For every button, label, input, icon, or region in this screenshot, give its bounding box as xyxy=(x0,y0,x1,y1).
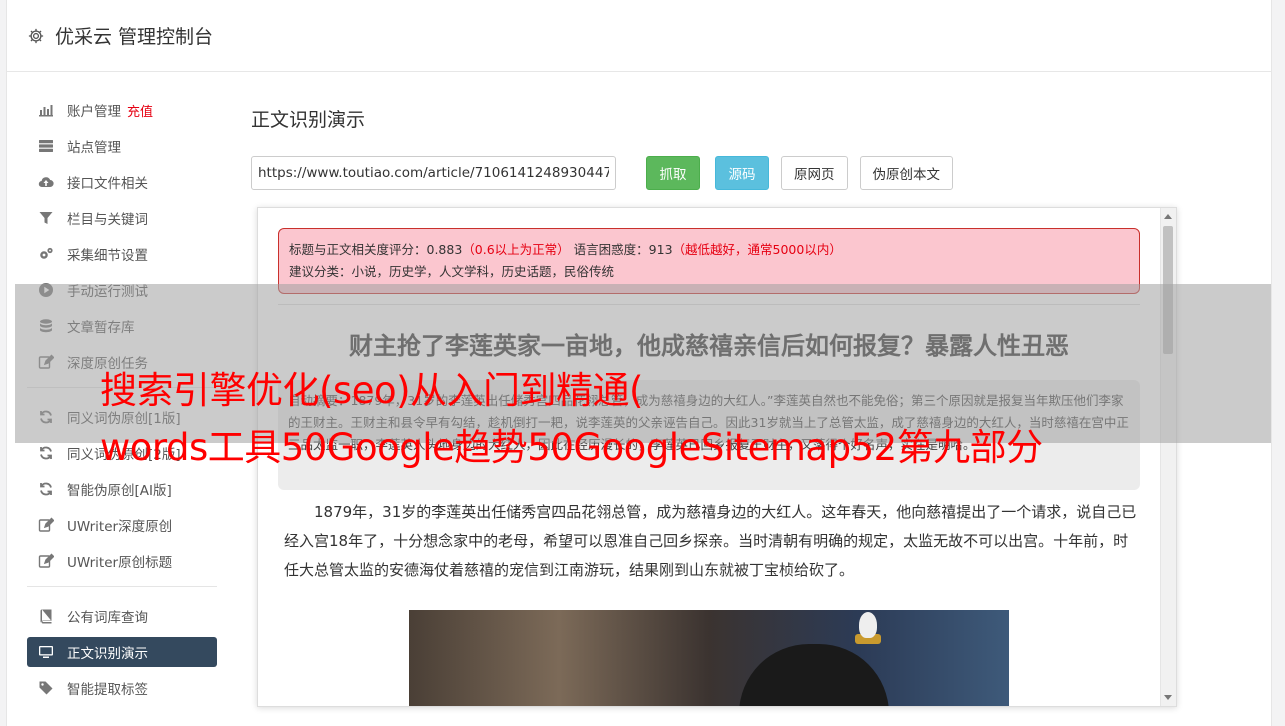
seo-overlay-line: words工具50Google趋势50GoogleSitemap52第九部分 xyxy=(100,426,1043,469)
sidebar-item-label: 站点管理 xyxy=(67,140,121,156)
sidebar-item-label: 智能伪原创[AI版] xyxy=(67,483,172,499)
recharge-link[interactable]: 充值 xyxy=(127,101,153,120)
bar-chart-icon xyxy=(37,101,55,119)
sidebar-item-label: UWriter深度原创 xyxy=(67,519,173,535)
url-input[interactable] xyxy=(251,156,616,190)
edit-icon xyxy=(37,552,55,570)
top-bar: 优采云 管理控制台 xyxy=(7,0,1271,72)
edit-icon xyxy=(37,516,55,534)
sidebar-item-interface-files[interactable]: 接口文件相关 xyxy=(27,167,217,197)
official-hat-shape xyxy=(739,644,889,706)
cogs-icon xyxy=(37,245,55,263)
perplexity-hint: （越低越好，通常5000以内） xyxy=(672,242,842,257)
main-content: 正文识别演示 抓取 源码 原网页 伪原创本文 标题与正文相关度评分：0.883（… xyxy=(251,95,1251,707)
sidebar-item-uwriter-deep[interactable]: UWriter深度原创 xyxy=(27,510,217,540)
sidebar-item-public-lexicon[interactable]: 公有词库查询 xyxy=(27,601,217,631)
sidebar-item-uwriter-title[interactable]: UWriter原创标题 xyxy=(27,546,217,576)
book-icon xyxy=(37,607,55,625)
refresh-icon xyxy=(37,408,55,426)
scroll-down-icon[interactable] xyxy=(1164,695,1172,700)
refresh-icon xyxy=(37,480,55,498)
sidebar-item-label: 接口文件相关 xyxy=(67,176,148,192)
sidebar-item-account[interactable]: 账户管理 充值 xyxy=(27,95,217,125)
sidebar-divider xyxy=(27,586,217,587)
sidebar-item-article-storage[interactable]: 文章暂存库 xyxy=(27,311,217,341)
page-title: 正文识别演示 xyxy=(251,109,366,131)
play-circle-icon xyxy=(37,281,55,299)
sidebar-item-sites[interactable]: 站点管理 xyxy=(27,131,217,161)
relevance-score: 标题与正文相关度评分：0.883 xyxy=(289,242,463,257)
scroll-up-icon[interactable] xyxy=(1164,214,1172,219)
database-icon xyxy=(37,317,55,335)
sidebar-item-manual-run[interactable]: 手动运行测试 xyxy=(27,275,217,305)
sidebar-item-label: 公有词库查询 xyxy=(67,610,148,626)
sidebar-item-smart-tags[interactable]: 智能提取标签 xyxy=(27,673,217,703)
gear-icon xyxy=(28,28,44,43)
sidebar-item-text-recognition[interactable]: 正文识别演示 xyxy=(27,637,217,667)
suggested-categories: 建议分类：小说，历史学，人文学科，历史话题，民俗传统 xyxy=(289,264,615,279)
sidebar-item-ai-rewrite[interactable]: 智能伪原创[AI版] xyxy=(27,474,217,504)
refresh-icon xyxy=(37,444,55,462)
app-title: 优采云 管理控制台 xyxy=(55,26,214,48)
sidebar-item-label: 采集细节设置 xyxy=(67,248,148,264)
fetch-button[interactable]: 抓取 xyxy=(646,156,700,190)
sidebar-item-label: 文章暂存库 xyxy=(67,320,135,336)
article-image xyxy=(409,610,1009,706)
article-title: 财主抢了李莲英家一亩地，他成慈禧亲信后如何报复？暴露人性丑恶 xyxy=(349,332,1069,360)
server-icon xyxy=(37,137,55,155)
perplexity-score: 语言困惑度：913 xyxy=(573,242,673,257)
pseudo-original-button[interactable]: 伪原创本文 xyxy=(859,156,953,190)
sidebar-item-label: UWriter原创标题 xyxy=(67,555,173,571)
relevance-alert: 标题与正文相关度评分：0.883（0.6以上为正常） 语言困惑度：913（越低越… xyxy=(278,228,1140,294)
filter-icon xyxy=(37,209,55,227)
sidebar-item-label: 正文识别演示 xyxy=(67,646,148,662)
hat-finial xyxy=(859,612,877,638)
scrollbar-thumb[interactable] xyxy=(1163,226,1173,354)
edit-icon xyxy=(37,353,55,371)
seo-overlay-text: 搜索引擎优化(seo)从入门到精通( words工具50Google趋势50Go… xyxy=(100,362,1280,476)
tag-icon xyxy=(37,679,55,697)
sidebar-item-label: 栏目与关键词 xyxy=(67,212,148,228)
source-button[interactable]: 源码 xyxy=(715,156,769,190)
sidebar-item-label: 智能提取标签 xyxy=(67,682,148,698)
sidebar-item-label: 账户管理 xyxy=(67,104,121,120)
article-paragraph: 1879年，31岁的李莲英出任储秀宫四品花翎总管，成为慈禧身边的大红人。这年春天… xyxy=(284,503,1137,579)
monitor-icon xyxy=(37,643,55,661)
relevance-hint: （0.6以上为正常） xyxy=(462,242,570,257)
content-divider xyxy=(278,304,1140,305)
url-toolbar: 抓取 源码 原网页 伪原创本文 xyxy=(251,156,1251,190)
sidebar-item-label: 手动运行测试 xyxy=(67,284,148,300)
original-page-button[interactable]: 原网页 xyxy=(781,156,848,190)
cloud-upload-icon xyxy=(37,173,55,191)
seo-overlay-line: 搜索引擎优化(seo)从入门到精通( xyxy=(100,369,643,412)
sidebar-item-columns-keywords[interactable]: 栏目与关键词 xyxy=(27,203,217,233)
sidebar-item-collect-settings[interactable]: 采集细节设置 xyxy=(27,239,217,269)
